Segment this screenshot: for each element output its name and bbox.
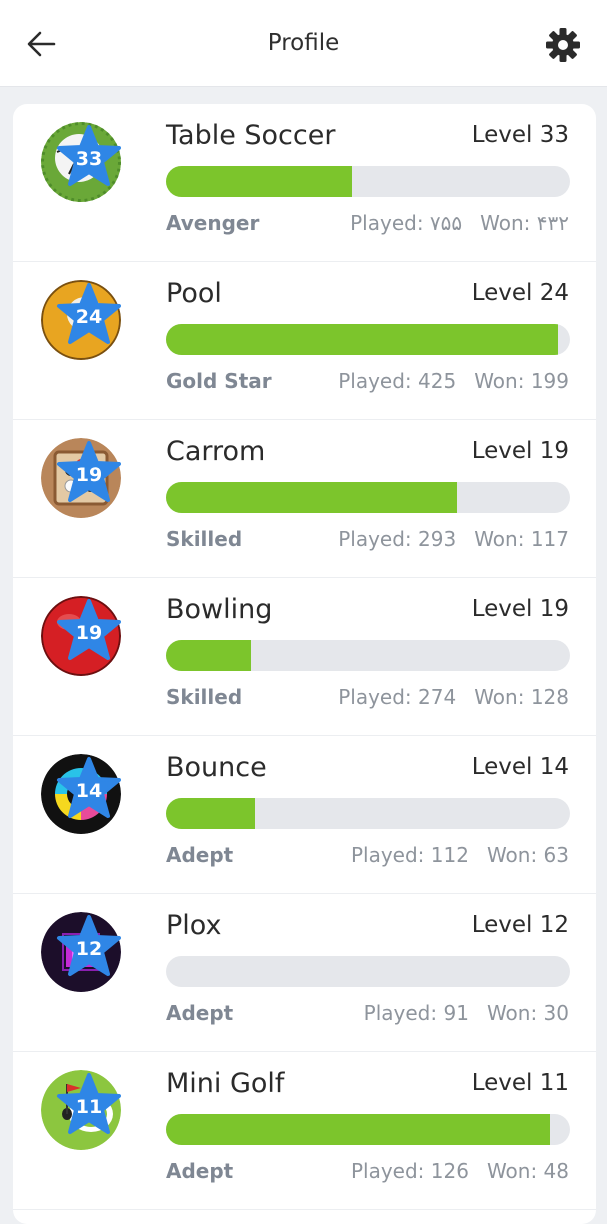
played-count: Played: 91 bbox=[363, 1001, 469, 1025]
progress-fill bbox=[166, 640, 251, 671]
game-name: Plox bbox=[166, 910, 222, 941]
won-count: Won: 117 bbox=[474, 527, 569, 551]
played-count: Played: 112 bbox=[350, 843, 469, 867]
progress-bar bbox=[166, 324, 570, 355]
rank-title: Avenger bbox=[166, 211, 260, 235]
progress-fill bbox=[166, 166, 352, 197]
played-count: Played: 293 bbox=[338, 527, 457, 551]
rank-title: Adept bbox=[166, 1001, 234, 1025]
game-level: Level 11 bbox=[471, 1070, 569, 1096]
game-name: Mini Golf bbox=[166, 1068, 285, 1099]
won-count: Won: 128 bbox=[474, 685, 569, 709]
game-name: Bounce bbox=[166, 752, 267, 783]
game-name: Carrom bbox=[166, 436, 266, 467]
progress-bar bbox=[166, 1114, 570, 1145]
game-level: Level 12 bbox=[471, 912, 569, 938]
progress-fill bbox=[166, 798, 255, 829]
game-row-pool[interactable]: 1 24 Pool Level 24 Gold Star Played: 425… bbox=[13, 262, 596, 420]
game-row-bowling[interactable]: 19 Bowling Level 19 Skilled Played: 274 W… bbox=[13, 578, 596, 736]
game-row-table-soccer[interactable]: 33 Table Soccer Level 33 Avenger Played:… bbox=[13, 104, 596, 262]
level-star-number: 11 bbox=[75, 1096, 103, 1118]
progress-bar bbox=[166, 166, 570, 197]
level-star-number: 12 bbox=[75, 938, 103, 960]
won-count: Won: 48 bbox=[486, 1159, 569, 1183]
game-row-carrom[interactable]: 19 Carrom Level 19 Skilled Played: 293 Wo… bbox=[13, 420, 596, 578]
game-row-bounce[interactable]: 14 Bounce Level 14 Adept Played: 112 Won:… bbox=[13, 736, 596, 894]
gear-icon[interactable] bbox=[543, 25, 583, 65]
game-stats: Played: 126 Won: 48 bbox=[351, 1159, 569, 1183]
won-count: Won: ۴۳۲ bbox=[480, 211, 569, 235]
game-level: Level 14 bbox=[471, 754, 569, 780]
rank-title: Adept bbox=[166, 843, 234, 867]
game-stats: Played: 293 Won: 117 bbox=[338, 527, 569, 551]
page-title: Profile bbox=[267, 30, 340, 56]
played-count: Played: ۷۵۵ bbox=[350, 211, 463, 235]
rank-title: Gold Star bbox=[166, 369, 272, 393]
level-star-number: 33 bbox=[75, 148, 103, 170]
game-row-plox[interactable]: 12 Plox Level 12 Adept Played: 91 Won: 30 bbox=[13, 894, 596, 1052]
progress-bar bbox=[166, 798, 570, 829]
progress-fill bbox=[166, 324, 558, 355]
progress-bar bbox=[166, 482, 570, 513]
game-row-mini-golf[interactable]: 11 Mini Golf Level 11 Adept Played: 126 W… bbox=[13, 1052, 596, 1210]
won-count: Won: 30 bbox=[486, 1001, 569, 1025]
game-level: Level 33 bbox=[471, 122, 569, 148]
played-count: Played: 425 bbox=[338, 369, 457, 393]
level-star-number: 19 bbox=[75, 464, 103, 486]
game-stats: Played: ۷۵۵ Won: ۴۳۲ bbox=[350, 211, 569, 235]
game-name: Table Soccer bbox=[166, 120, 336, 151]
level-star-number: 19 bbox=[75, 622, 103, 644]
rank-title: Skilled bbox=[166, 685, 243, 709]
game-stats: Played: 91 Won: 30 bbox=[364, 1001, 569, 1025]
progress-bar bbox=[166, 640, 570, 671]
game-stats: Played: 425 Won: 199 bbox=[338, 369, 569, 393]
game-name: Bowling bbox=[166, 594, 273, 625]
played-count: Played: 126 bbox=[350, 1159, 469, 1183]
level-star-number: 24 bbox=[75, 306, 103, 328]
game-name: Pool bbox=[166, 278, 222, 309]
rank-title: Skilled bbox=[166, 527, 243, 551]
played-count: Played: 274 bbox=[338, 685, 457, 709]
won-count: Won: 63 bbox=[486, 843, 569, 867]
progress-fill bbox=[166, 1114, 550, 1145]
game-stats-list: 33 Table Soccer Level 33 Avenger Played:… bbox=[13, 104, 596, 1224]
game-level: Level 24 bbox=[471, 280, 569, 306]
won-count: Won: 199 bbox=[474, 369, 569, 393]
game-level: Level 19 bbox=[471, 438, 569, 464]
top-bar: Profile bbox=[0, 0, 607, 87]
game-stats: Played: 274 Won: 128 bbox=[338, 685, 569, 709]
game-level: Level 19 bbox=[471, 596, 569, 622]
level-star-number: 14 bbox=[75, 780, 103, 802]
rank-title: Adept bbox=[166, 1159, 234, 1183]
progress-bar bbox=[166, 956, 570, 987]
progress-fill bbox=[166, 482, 457, 513]
game-stats: Played: 112 Won: 63 bbox=[351, 843, 569, 867]
